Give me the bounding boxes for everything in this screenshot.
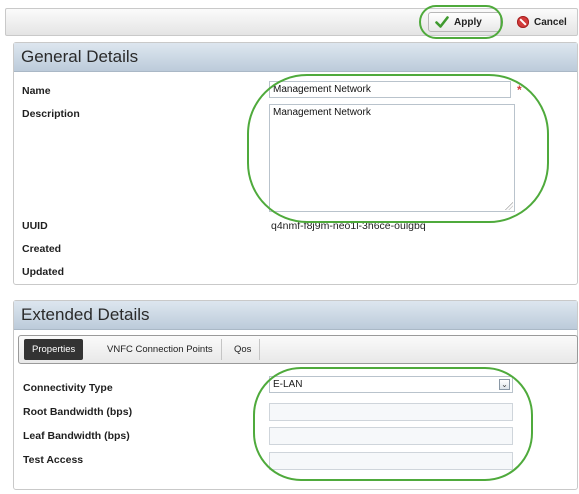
tab-qos[interactable]: Qos (226, 339, 261, 360)
name-label: Name (22, 85, 51, 97)
cancel-icon (517, 16, 529, 28)
apply-label: Apply (454, 16, 482, 28)
created-label: Created (22, 243, 62, 255)
test-access-label: Test Access (23, 454, 84, 466)
leaf-bandwidth-label: Leaf Bandwidth (bps) (23, 430, 130, 442)
chevron-down-icon[interactable]: ⌄ (499, 379, 510, 390)
description-textarea[interactable]: Management Network (269, 104, 515, 212)
connectivity-type-label: Connectivity Type (23, 382, 113, 394)
cancel-label: Cancel (534, 16, 567, 28)
cancel-button[interactable]: Cancel (510, 12, 579, 32)
extended-details-title: Extended Details (14, 301, 577, 330)
description-label: Description (22, 108, 80, 120)
leaf-bandwidth-input[interactable] (269, 427, 513, 445)
resize-handle-icon[interactable] (505, 202, 513, 210)
tab-vnfc-connection-points[interactable]: VNFC Connection Points (99, 339, 222, 360)
general-details-title: General Details (14, 43, 577, 72)
toolbar: Apply Cancel (5, 8, 578, 36)
uuid-value: q4nmf-f8j9m-neo1l-3h6ce-oulgbq (271, 220, 426, 232)
apply-button[interactable]: Apply (428, 12, 501, 32)
test-access-input[interactable] (269, 452, 513, 470)
checkmark-icon (435, 16, 449, 28)
extended-tab-bar: Properties VNFC Connection Points Qos (18, 335, 578, 364)
root-bandwidth-input[interactable] (269, 403, 513, 421)
connectivity-type-value: E-LAN (273, 379, 303, 390)
updated-label: Updated (22, 266, 64, 278)
name-input[interactable] (269, 81, 511, 98)
connectivity-type-select[interactable]: E-LAN ⌄ (269, 376, 513, 393)
root-bandwidth-label: Root Bandwidth (bps) (23, 406, 133, 418)
required-icon: * (517, 83, 522, 97)
tab-properties[interactable]: Properties (24, 339, 84, 360)
uuid-label: UUID (22, 220, 48, 232)
